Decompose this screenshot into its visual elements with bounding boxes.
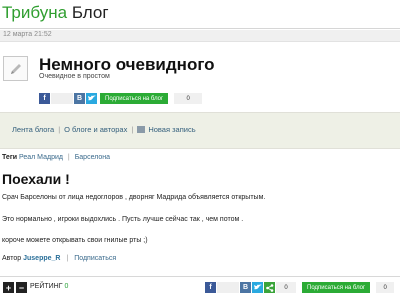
subscribers-count: 0 [174,93,203,104]
facebook-icon[interactable]: f [205,282,216,293]
post-share-bar: f B 0 Подписаться на блог 0 [205,282,395,293]
top-header: Трибуна Блог [0,0,400,29]
nav-separator: | [131,125,134,134]
blog-nav: Лента блога | О блоге и авторах | Новая … [0,112,400,149]
facebook-share-count [217,282,239,293]
date-bar: 12 марта 21:52 [0,30,400,42]
facebook-icon[interactable]: f [39,93,50,104]
nav-separator: | [58,125,61,134]
pencil-icon [10,63,21,74]
post-title: Поехали ! [2,171,70,187]
post-rating: РЕЙТИНГ 0 [30,283,68,290]
blog-title[interactable]: Немного очевидного [39,55,215,75]
upvote-button[interactable]: + [3,282,14,293]
vk-icon[interactable]: B [74,93,85,104]
nav-new-post-label: Новая запись [148,125,196,134]
blog-subtitle: Очевидное в простом [39,73,110,80]
share-count: 0 [276,282,296,293]
twitter-icon[interactable] [86,93,97,104]
brand-section: Блог [71,3,109,22]
tag-link[interactable]: Реал Мадрид [19,154,63,161]
share-icon[interactable] [264,282,275,293]
post-author-line: Автор Juseppe_R | Подписаться [2,255,116,262]
post-tags: Теги Реал Мадрид | Барселона [2,154,110,161]
facebook-share-count [51,93,73,104]
post-paragraph: Срач Барселоны от лица недоглоров , двор… [2,194,266,201]
subscribe-blog-button[interactable]: Подписаться на блог [100,93,169,104]
twitter-icon[interactable] [252,282,263,293]
post-footer-bar: + − РЕЙТИНГ 0 f B 0 Подписаться на блог … [0,276,400,299]
blog-avatar [3,56,28,81]
site-logo[interactable]: Трибуна Блог [2,3,109,23]
post-paragraph: короче можете открывать свои гнилые рты … [2,237,148,244]
tags-label: Теги [2,154,18,161]
image-icon [137,126,146,133]
nav-new-post[interactable]: Новая запись [137,125,196,134]
vk-icon[interactable]: B [240,282,251,293]
subscribers-count: 0 [376,282,395,293]
tag-link[interactable]: Барселона [75,154,110,161]
author-separator: | [66,255,69,262]
blog-share-bar: f B Подписаться на блог 0 [39,93,203,104]
downvote-button[interactable]: − [16,282,27,293]
nav-about-blog[interactable]: О блоге и авторах [64,125,127,134]
author-link[interactable]: Juseppe_R [23,255,60,262]
post-date: 12 марта 21:52 [3,31,52,38]
author-label: Автор [2,255,22,262]
rating-label: РЕЙТИНГ [30,283,63,290]
post-paragraph: Это нормально , игроки выдохлись . Пусть… [2,216,244,223]
subscribe-blog-button[interactable]: Подписаться на блог [302,282,371,293]
nav-blog-feed[interactable]: Лента блога [12,125,54,134]
tag-separator: | [67,154,70,161]
rating-value: 0 [64,283,69,290]
brand-name: Трибуна [2,3,68,22]
subscribe-author-link[interactable]: Подписаться [74,255,116,262]
